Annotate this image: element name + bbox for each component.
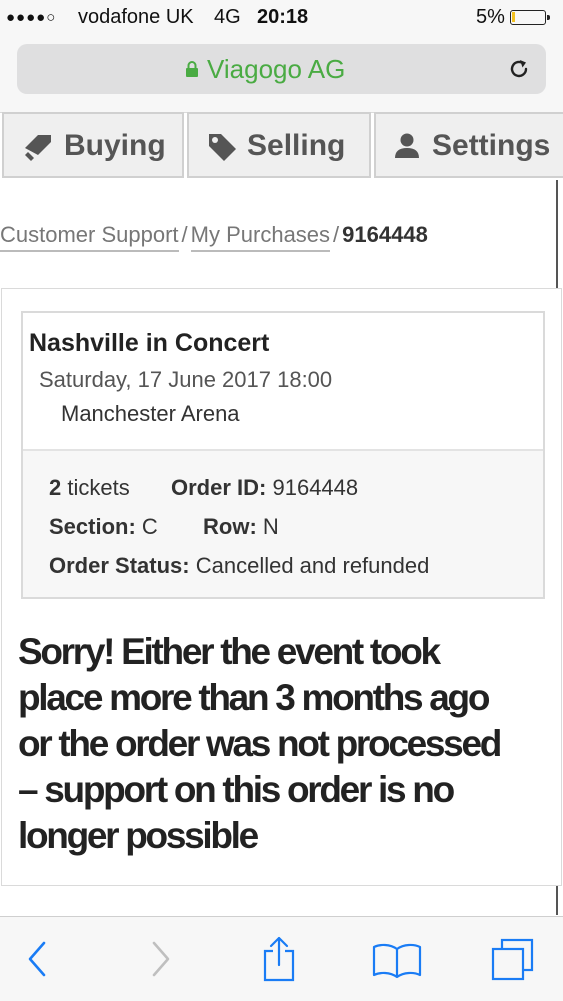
tab-buying[interactable]: Buying bbox=[2, 112, 184, 178]
order-panel: Nashville in Concert Saturday, 17 June 2… bbox=[1, 288, 562, 886]
battery-percent: 5% bbox=[476, 6, 505, 28]
event-venue: Manchester Arena bbox=[61, 401, 240, 426]
row-label: Row: bbox=[203, 514, 257, 539]
address-bar[interactable]: Viagogo AG bbox=[17, 44, 546, 94]
reload-icon[interactable] bbox=[506, 56, 532, 82]
section-value: C bbox=[141, 514, 158, 539]
order-details: 2 tickets Order ID: 9164448 Section: C R… bbox=[23, 451, 543, 597]
ticket-count-value: 2 bbox=[49, 475, 62, 500]
row-value: N bbox=[262, 514, 279, 539]
breadcrumb-customer-support[interactable]: Customer Support bbox=[0, 222, 179, 252]
user-icon bbox=[395, 133, 419, 158]
breadcrumb: Customer Support / My Purchases/9164448 bbox=[0, 222, 428, 252]
price-tag-icon bbox=[209, 134, 236, 161]
back-icon[interactable] bbox=[24, 939, 52, 979]
account-tabs: Buying Selling Settings bbox=[0, 112, 563, 180]
event-date: Saturday, 17 June 2017 18:00 bbox=[39, 367, 333, 392]
message-line: Sorry! Either the event took bbox=[18, 631, 441, 672]
browser-address-area: Viagogo AG bbox=[0, 36, 563, 113]
network-type: 4G bbox=[214, 6, 241, 28]
ticket-count: 2 tickets bbox=[49, 475, 130, 501]
breadcrumb-current: 9164448 bbox=[342, 222, 428, 247]
share-icon[interactable] bbox=[262, 935, 296, 983]
section: Section: C bbox=[49, 514, 158, 540]
support-unavailable-message: Sorry! Either the event took place more … bbox=[18, 629, 558, 859]
ticket-count-label: tickets bbox=[67, 475, 130, 500]
breadcrumb-my-purchases[interactable]: My Purchases bbox=[190, 222, 331, 252]
signal-strength: ●●●●○ bbox=[6, 9, 57, 26]
order-id-label: Order ID: bbox=[171, 475, 267, 500]
order-status-value: Cancelled and refunded bbox=[195, 553, 430, 578]
tag-icon bbox=[25, 135, 51, 161]
carrier-name: vodafone UK bbox=[78, 6, 194, 28]
site-domain: Viagogo AG bbox=[207, 54, 346, 84]
message-line: or the order was not processed bbox=[18, 723, 502, 764]
message-line: place more than 3 months ago bbox=[18, 677, 490, 718]
order-id: Order ID: 9164448 bbox=[171, 475, 358, 501]
tab-settings-label: Settings bbox=[432, 129, 551, 162]
message-line: longer possible bbox=[18, 815, 259, 856]
order-card: Nashville in Concert Saturday, 17 June 2… bbox=[21, 311, 545, 599]
message-line: – support on this order is no bbox=[18, 769, 455, 810]
clock: 20:18 bbox=[257, 6, 309, 28]
section-label: Section: bbox=[49, 514, 136, 539]
tab-settings[interactable]: Settings bbox=[374, 112, 563, 178]
browser-toolbar bbox=[0, 916, 563, 1001]
event-title: Nashville in Concert bbox=[29, 329, 270, 357]
order-status-label: Order Status: bbox=[49, 553, 190, 578]
breadcrumb-separator: / bbox=[181, 222, 188, 247]
breadcrumb-separator: / bbox=[333, 222, 340, 247]
lock-icon bbox=[186, 61, 198, 77]
order-status: Order Status: Cancelled and refunded bbox=[49, 553, 429, 579]
row: Row: N bbox=[203, 514, 279, 540]
tab-buying-label: Buying bbox=[64, 129, 166, 162]
bookmarks-icon[interactable] bbox=[372, 941, 422, 979]
tabs-icon[interactable] bbox=[490, 937, 536, 983]
status-bar: ●●●●○ vodafone UK 4G 20:18 5% bbox=[0, 0, 563, 36]
tab-selling[interactable]: Selling bbox=[187, 112, 371, 178]
event-details: Nashville in Concert Saturday, 17 June 2… bbox=[23, 313, 543, 451]
tab-selling-label: Selling bbox=[247, 129, 346, 162]
battery-icon bbox=[510, 10, 550, 25]
forward-icon[interactable] bbox=[146, 939, 174, 979]
order-id-value: 9164448 bbox=[272, 475, 359, 500]
